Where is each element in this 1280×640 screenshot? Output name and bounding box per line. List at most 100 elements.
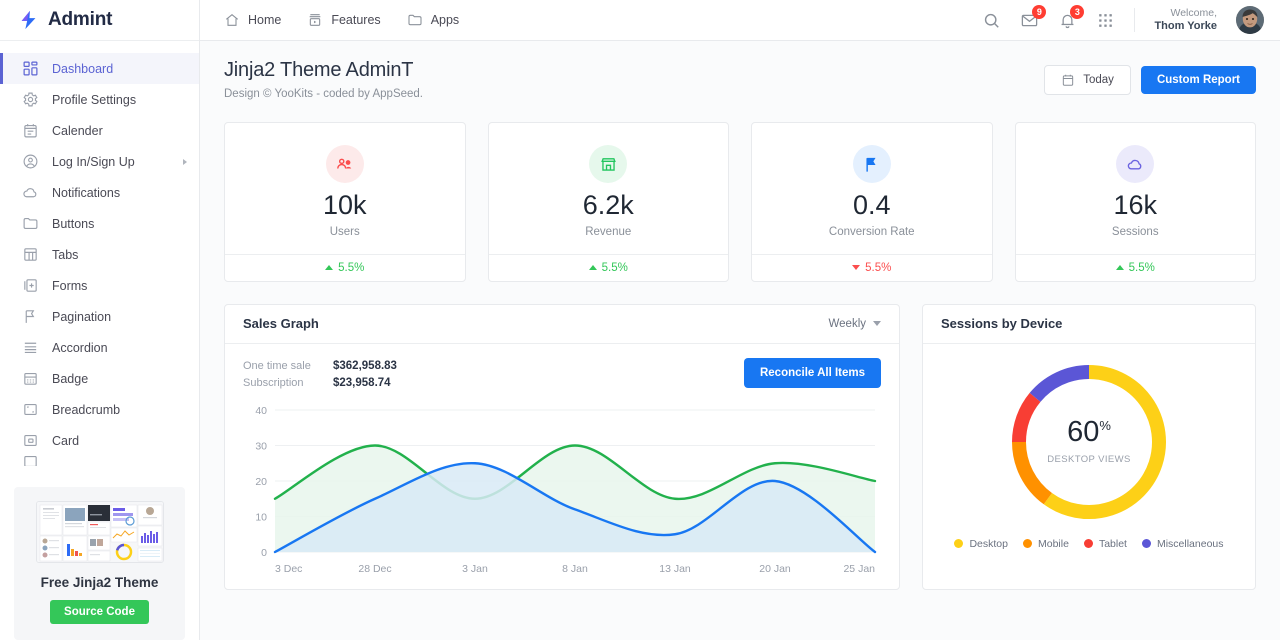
stat-card-conversion-rate: 0.4 Conversion Rate 5.5% bbox=[751, 122, 993, 282]
stat-delta-value: 5.5% bbox=[1128, 261, 1155, 274]
sidebar-item-breadcrumb[interactable]: Breadcrumb bbox=[0, 394, 199, 425]
svg-text:25 Jan: 25 Jan bbox=[843, 563, 875, 575]
sales-period-dropdown[interactable]: Weekly bbox=[828, 317, 881, 330]
custom-report-button[interactable]: Custom Report bbox=[1140, 66, 1256, 94]
grid-icon bbox=[23, 61, 38, 76]
sidebar-item-forms[interactable]: Forms bbox=[0, 270, 199, 301]
avatar-image bbox=[1236, 6, 1264, 34]
stat-body: 10k Users bbox=[225, 123, 465, 254]
source-code-button[interactable]: Source Code bbox=[50, 600, 149, 624]
sidebar-item-label: Buttons bbox=[52, 216, 95, 231]
messages-button[interactable]: 9 bbox=[1020, 4, 1047, 30]
search-button[interactable] bbox=[982, 11, 1001, 30]
svg-text:3 Jan: 3 Jan bbox=[462, 563, 488, 575]
sidebar-item-partial[interactable] bbox=[0, 456, 199, 466]
stat-card-revenue: 6.2k Revenue 5.5% bbox=[487, 122, 729, 282]
badge-icon bbox=[24, 372, 37, 385]
subscription-value: $23,958.74 bbox=[333, 376, 391, 389]
bolt-logo-icon bbox=[21, 10, 36, 30]
topnav-item-home[interactable]: Home bbox=[224, 12, 281, 28]
subscription-row: Subscription $23,958.74 bbox=[243, 375, 397, 392]
gear-icon bbox=[23, 92, 38, 107]
flag-icon bbox=[866, 157, 876, 172]
sidebar-item-dashboard[interactable]: Dashboard bbox=[0, 53, 199, 84]
welcome-text: Welcome, Thom Yorke bbox=[1154, 7, 1217, 34]
one-time-sale-label: One time sale bbox=[243, 359, 311, 372]
svg-text:40: 40 bbox=[255, 405, 267, 417]
promo-card: Free Jinja2 Theme Source Code bbox=[14, 487, 185, 640]
stat-body: 16k Sessions bbox=[1016, 123, 1256, 254]
legend-label: Miscellaneous bbox=[1156, 537, 1224, 550]
arrow-up-icon bbox=[1115, 265, 1124, 271]
svg-text:3 Dec: 3 Dec bbox=[275, 563, 302, 575]
apps-grid-button[interactable] bbox=[1096, 11, 1115, 30]
donut-center-label: DESKTOP VIEWS bbox=[1047, 454, 1131, 466]
sidebar-item-buttons[interactable]: Buttons bbox=[0, 208, 199, 239]
user-circle-icon bbox=[23, 154, 38, 169]
arrow-up-icon bbox=[325, 265, 334, 271]
folder-icon bbox=[23, 217, 38, 230]
sidebar-item-log-in-sign-up[interactable]: Log In/Sign Up bbox=[0, 146, 199, 177]
stat-card-users: 10k Users 5.5% bbox=[224, 122, 466, 282]
stat-label: Conversion Rate bbox=[828, 225, 915, 238]
dashboard-panels: Sales Graph Weekly One time sale $362,95… bbox=[224, 303, 1256, 591]
topnav-item-label: Home bbox=[248, 13, 282, 27]
donut-percent-unit: % bbox=[1099, 418, 1111, 434]
legend-item-mobile[interactable]: Mobile bbox=[1023, 538, 1069, 550]
topbar: Home Features Apps 9 3 Welcome, Thom Yor… bbox=[200, 0, 1280, 41]
stat-delta-value: 5.5% bbox=[601, 261, 628, 274]
sales-graph-header: Sales Graph Weekly bbox=[225, 305, 899, 344]
topnav-item-apps[interactable]: Apps bbox=[407, 12, 460, 28]
donut-percent: 60 % bbox=[1067, 418, 1111, 447]
subscription-label: Subscription bbox=[243, 376, 304, 389]
svg-text:28 Dec: 28 Dec bbox=[358, 563, 391, 575]
sidebar-item-calender[interactable]: Calender bbox=[0, 115, 199, 146]
sidebar-item-label: Profile Settings bbox=[52, 92, 137, 107]
donut-chart[interactable]: 60 % DESKTOP VIEWS bbox=[1005, 358, 1173, 526]
sidebar-item-label: Pagination bbox=[52, 309, 112, 324]
sidebar-item-card[interactable]: Card bbox=[0, 425, 199, 456]
legend-dot bbox=[954, 539, 964, 549]
donut-legend: Desktop Mobile Tablet Miscellaneous bbox=[923, 532, 1255, 564]
stat-body: 0.4 Conversion Rate bbox=[752, 123, 992, 254]
welcome-prefix: Welcome, bbox=[1170, 6, 1218, 19]
sidebar-item-label: Notifications bbox=[52, 185, 121, 200]
avatar[interactable] bbox=[1236, 6, 1264, 34]
legend-item-desktop[interactable]: Desktop bbox=[954, 538, 1008, 550]
notifications-badge: 3 bbox=[1070, 4, 1085, 19]
calendar-icon bbox=[24, 124, 37, 138]
sidebar-item-label: Log In/Sign Up bbox=[52, 154, 135, 169]
table-icon bbox=[24, 248, 37, 261]
sidebar-item-badge[interactable]: Badge bbox=[0, 363, 199, 394]
reconcile-all-items-button[interactable]: Reconcile All Items bbox=[743, 357, 881, 388]
brand[interactable]: Admint bbox=[0, 0, 199, 41]
stat-value: 0.4 bbox=[852, 190, 891, 220]
stat-icon-wrap bbox=[852, 145, 891, 183]
topbar-actions: 9 3 Welcome, Thom Yorke bbox=[982, 4, 1264, 34]
sidebar-item-notifications[interactable]: Notifications bbox=[0, 177, 199, 208]
sidebar-item-profile-settings[interactable]: Profile Settings bbox=[0, 84, 199, 115]
sales-graph-title: Sales Graph bbox=[243, 316, 319, 332]
topnav-item-features[interactable]: Features bbox=[307, 12, 381, 28]
sidebar-item-pagination[interactable]: Pagination bbox=[0, 301, 199, 332]
svg-text:10: 10 bbox=[255, 512, 267, 524]
calendar-icon bbox=[1063, 74, 1074, 86]
sidebar-item-label: Badge bbox=[52, 371, 89, 386]
sales-period-value: Weekly bbox=[828, 317, 867, 330]
sidebar-item-label: Dashboard bbox=[52, 61, 114, 76]
theme-preview-image bbox=[36, 502, 163, 562]
sales-chart[interactable]: 0 10 20 30 40 3 Dec 28 Dec 3 Jan 8 Jan 13 Jan 20 J… bbox=[225, 392, 899, 589]
legend-item-miscellaneous[interactable]: Miscellaneous bbox=[1141, 537, 1224, 550]
stat-delta: 5.5% bbox=[752, 253, 992, 281]
legend-item-tablet[interactable]: Tablet bbox=[1083, 538, 1127, 550]
today-button[interactable]: Today bbox=[1044, 65, 1131, 95]
sidebar-item-accordion[interactable]: Accordion bbox=[0, 332, 199, 363]
user-name: Thom Yorke bbox=[1154, 19, 1217, 32]
topnav-item-label: Apps bbox=[430, 13, 460, 27]
stat-delta-value: 5.5% bbox=[338, 261, 365, 274]
apps-grid-icon bbox=[1099, 13, 1113, 27]
folder-icon bbox=[408, 14, 422, 26]
sidebar-item-tabs[interactable]: Tabs bbox=[0, 239, 199, 270]
notifications-button[interactable]: 3 bbox=[1058, 4, 1085, 30]
page-content: Jinja2 Theme AdminT Design © YooKits - c… bbox=[200, 41, 1280, 640]
